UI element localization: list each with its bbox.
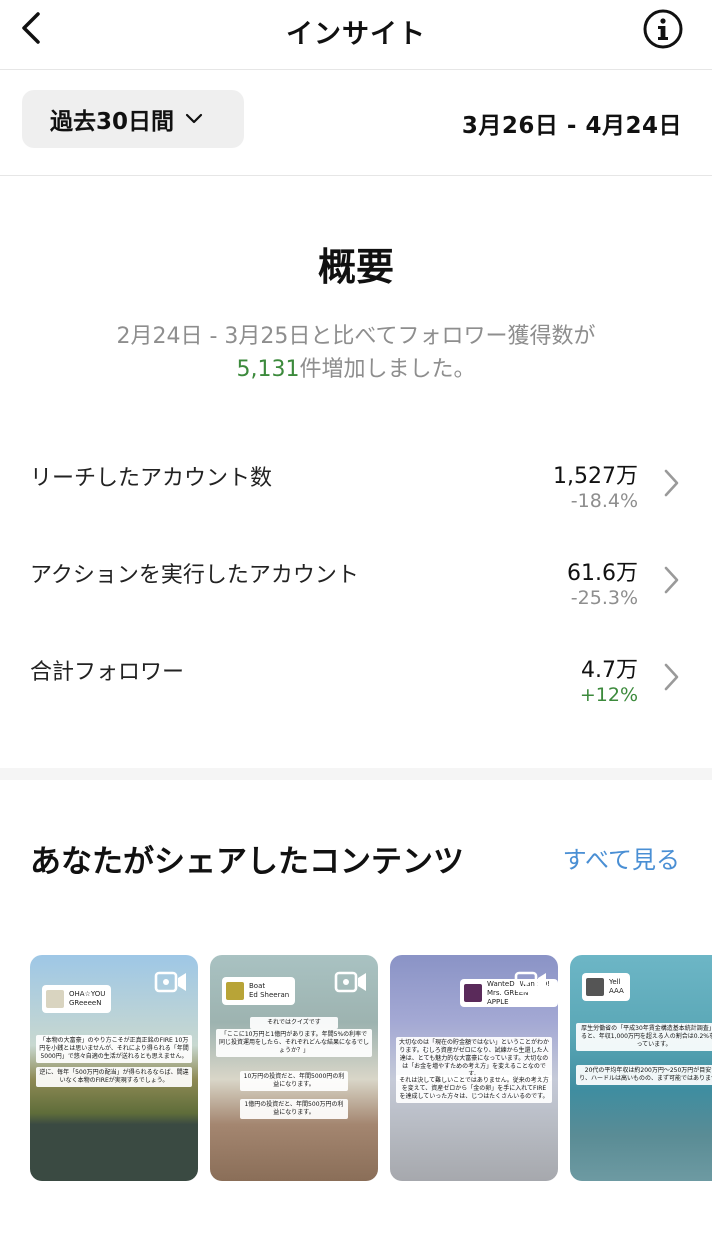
metric-label: アクションを実行したアカウント [30, 563, 359, 588]
caption: それは決して難しいことではありません。従来の考え方を変えて、資産ゼロから「金の卵… [396, 1075, 552, 1103]
metric-delta: -18.4% [570, 490, 638, 512]
song-artist: AAA [609, 987, 624, 995]
caption: それではクイズです [250, 1017, 338, 1029]
metric-row-reach[interactable]: リーチしたアカウント数 1,527万 -18.4% [0, 452, 712, 542]
music-sticker: Yell AAA [582, 973, 630, 1001]
album-art [464, 984, 482, 1002]
shared-content-item[interactable]: YellAAA 厚生労働省の「平成30年賃金構造基本統計調査」によると、年収1,… [570, 955, 712, 1181]
album-art [46, 990, 64, 1008]
music-sticker: OHA☆YOU GReeeeN [42, 985, 112, 1013]
chevron-right-icon [664, 663, 679, 691]
metric-label: リーチしたアカウント数 [30, 466, 273, 491]
metric-delta: +12% [579, 684, 638, 706]
overview-title: 概要 [317, 245, 394, 289]
shared-content-item[interactable]: OHA☆YOU GReeeeN 「本物の大富豪」のやり方こそが正真正銘のFIRE … [30, 955, 198, 1181]
metric-row-followers[interactable]: 合計フォロワー 4.7万 +12% [0, 646, 712, 736]
video-camera-icon [514, 971, 546, 993]
range-dates: 3月26日 - 4月24日 [461, 113, 682, 139]
metric-label: 合計フォロワー [30, 660, 185, 685]
range-dropdown[interactable]: 過去30日間 [22, 90, 244, 148]
song-title: Boat [249, 982, 266, 990]
shared-content-item[interactable]: WanteD! WanteD! Mrs. GREEN APPLE 大切なのは「現在… [390, 955, 558, 1181]
shared-content-item[interactable]: Boat Ed Sheeran それではクイズです 「ここに10万円と1億円があり… [210, 955, 378, 1181]
shared-content-title: あなたがシェアしたコンテンツ [30, 844, 464, 880]
music-sticker: Boat Ed Sheeran [222, 977, 296, 1005]
metric-value: 61.6万 [567, 561, 638, 586]
song-artist: GReeeeN [69, 999, 102, 1007]
comparison-result: 5,131件増加しました。 [0, 353, 712, 386]
comparison-line: 2月24日 - 3月25日と比べてフォロワー獲得数が [116, 324, 596, 349]
song-title: Yell [609, 978, 621, 986]
caption: 「ここに10万円と1億円があります。年間5%の利率で同じ投資運用をしたら、それぞ… [216, 1029, 372, 1057]
chevron-right-icon [664, 566, 679, 594]
range-label: 過去30日間 [50, 109, 175, 135]
comparison-text: 2月24日 - 3月25日と比べてフォロワー獲得数が 5,131件増加しました。 [0, 320, 712, 386]
metric-value: 1,527万 [553, 464, 638, 489]
caption: 10万円の投資だと、年間5000円の利益になります。 [240, 1071, 348, 1091]
info-icon[interactable] [642, 8, 684, 50]
metric-row-actions[interactable]: アクションを実行したアカウント 61.6万 -25.3% [0, 549, 712, 639]
shared-content-carousel[interactable]: OHA☆YOU GReeeeN 「本物の大富豪」のやり方こそが正真正銘のFIRE … [30, 955, 712, 1181]
follower-gain-count: 5,131 [236, 357, 300, 382]
date-range-row: 過去30日間 3月26日 - 4月24日 [0, 70, 712, 176]
metric-delta: -25.3% [570, 587, 638, 609]
song-artist: Ed Sheeran [249, 991, 290, 999]
caption: 1億円の投資だと、年間500万円の利益になります。 [240, 1099, 348, 1119]
page-title: インサイト [286, 19, 426, 50]
album-art [586, 978, 604, 996]
video-camera-icon [334, 971, 366, 993]
see-all-link[interactable]: すべて見る [563, 840, 680, 875]
chevron-right-icon [664, 469, 679, 497]
chevron-down-icon [185, 113, 203, 124]
video-camera-icon [154, 971, 186, 993]
section-divider [0, 768, 712, 780]
album-art [226, 982, 244, 1000]
caption: 厚生労働省の「平成30年賃金構造基本統計調査」によると、年収1,000万円を超え… [576, 1023, 712, 1051]
song-title: OHA☆YOU [69, 990, 106, 998]
caption: 逆に、毎年「500万円の配当」が得られるならば、間違いなく本物のFIREが実現す… [36, 1067, 192, 1087]
top-bar: インサイト [0, 0, 712, 70]
comparison-suffix: 件増加しました。 [299, 357, 476, 382]
metric-value: 4.7万 [581, 658, 638, 683]
caption: 20代の平均年収は約200万円〜250万円が目安であり、ハードルは高いものの、ま… [576, 1065, 712, 1085]
caption: 「本物の大富豪」のやり方こそが正真正銘のFIRE 10万円を小銭とは思いませんが… [36, 1035, 192, 1063]
